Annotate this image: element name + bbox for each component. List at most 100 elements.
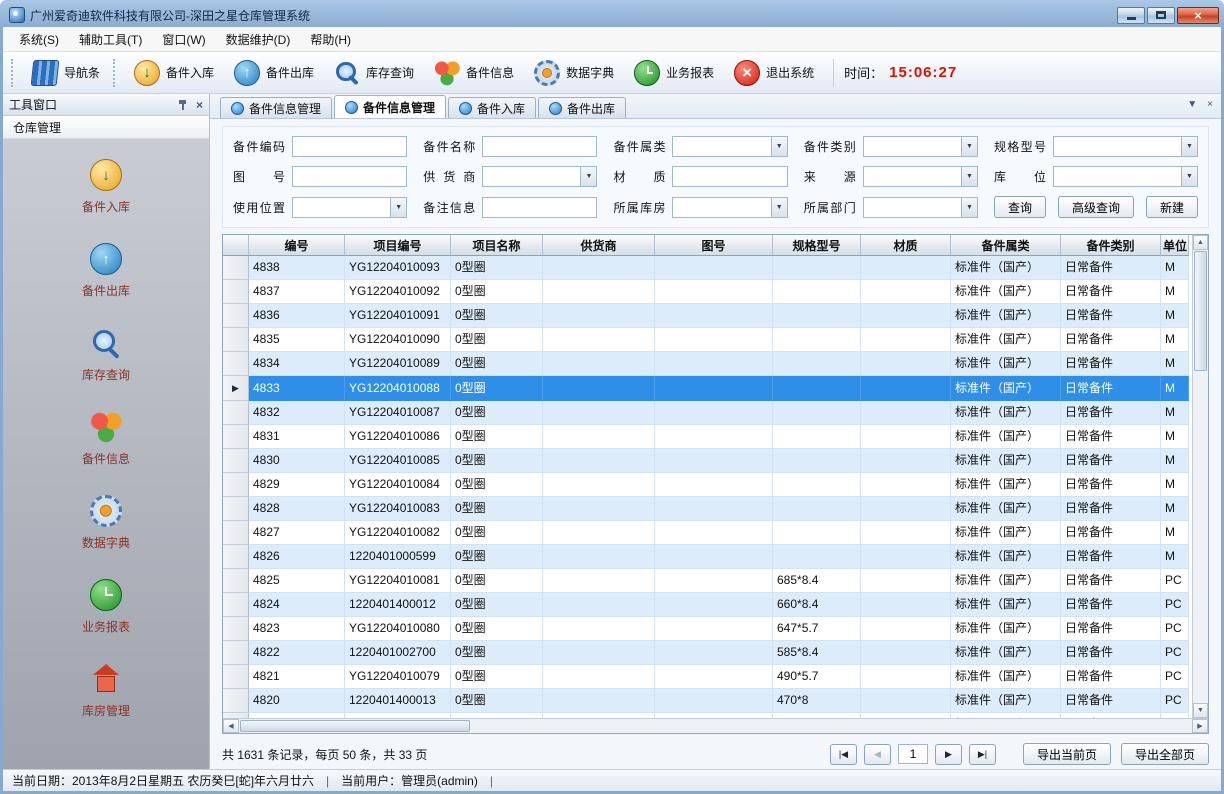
table-row[interactable]: 4835YG122040100900型圈标准件（国产）日常备件M <box>223 328 1189 352</box>
menu-item[interactable]: 数据维护(D) <box>216 27 301 52</box>
export-current-page-button[interactable]: 导出当前页 <box>1023 743 1111 765</box>
column-header[interactable]: 单位 <box>1161 235 1189 256</box>
sidebar-item-parts-info[interactable]: 备件信息 <box>82 411 130 467</box>
table-row[interactable]: 4834YG122040100890型圈标准件（国产）日常备件M <box>223 352 1189 376</box>
scroll-right-icon[interactable]: ▶ <box>1192 719 1208 733</box>
table-row[interactable]: 4838YG122040100930型圈标准件（国产）日常备件M <box>223 256 1189 280</box>
menu-item[interactable]: 辅助工具(T) <box>69 27 152 52</box>
menu-item[interactable]: 帮助(H) <box>300 27 361 52</box>
page-number-input[interactable] <box>898 744 928 764</box>
field-combobox[interactable]: ▼ <box>1053 136 1198 157</box>
table-row[interactable]: 4836YG122040100910型圈标准件（国产）日常备件M <box>223 304 1189 328</box>
tab[interactable]: 备件出库 <box>538 97 626 118</box>
field-combobox[interactable]: ▼ <box>482 166 597 187</box>
table-row[interactable]: 4821YG122040100790型圈490*5.7标准件（国产）日常备件PC <box>223 665 1189 689</box>
field-combobox[interactable]: ▼ <box>292 197 407 218</box>
table-row[interactable]: 4825YG122040100810型圈685*8.4标准件（国产）日常备件PC <box>223 569 1189 593</box>
toolbar-button-exit[interactable]: 退出系统 <box>725 57 823 89</box>
minimize-button[interactable] <box>1117 7 1145 24</box>
field-input[interactable] <box>482 197 597 218</box>
chevron-down-icon[interactable]: ▼ <box>961 137 977 156</box>
prev-page-button[interactable]: ◀ <box>864 744 891 765</box>
close-icon[interactable]: × <box>196 99 203 111</box>
toolbar-button-parts-info[interactable]: 备件信息 <box>425 57 523 89</box>
table-row[interactable]: 4829YG122040100840型圈标准件（国产）日常备件M <box>223 473 1189 497</box>
chevron-down-icon[interactable]: ▼ <box>961 167 977 186</box>
column-header[interactable]: 图号 <box>655 235 773 256</box>
pin-icon[interactable] <box>178 99 189 110</box>
field-combobox[interactable]: ▼ <box>863 166 978 187</box>
table-row[interactable]: ▶4833YG122040100880型圈标准件（国产）日常备件M <box>223 376 1189 401</box>
field-combobox[interactable]: ▼ <box>1053 166 1198 187</box>
chevron-down-icon[interactable]: ▼ <box>1181 137 1197 156</box>
toolbar-button-inbound[interactable]: 备件入库 <box>125 57 223 89</box>
table-row[interactable]: 4837YG122040100920型圈标准件（国产）日常备件M <box>223 280 1189 304</box>
field-combobox[interactable]: ▼ <box>863 136 978 157</box>
close-tab-icon[interactable]: × <box>1207 100 1213 110</box>
table-row[interactable]: 482212204010027000型圈585*8.4标准件（国产）日常备件PC <box>223 641 1189 665</box>
toolbar-button-report[interactable]: 业务报表 <box>625 57 723 89</box>
field-input[interactable] <box>672 166 787 187</box>
column-header[interactable]: 规格型号 <box>773 235 861 256</box>
column-header[interactable]: 项目编号 <box>345 235 451 256</box>
toolbar-button-navbar[interactable]: 导航条 <box>23 57 109 89</box>
table-row[interactable]: 4830YG122040100850型圈标准件（国产）日常备件M <box>223 449 1189 473</box>
table-row[interactable]: 4827YG122040100820型圈标准件（国产）日常备件M <box>223 521 1189 545</box>
query-button[interactable]: 查询 <box>994 196 1046 218</box>
last-page-button[interactable]: ▶| <box>969 744 996 765</box>
next-page-button[interactable]: ▶ <box>935 744 962 765</box>
toolbar-button-data-dictionary[interactable]: 数据字典 <box>525 57 623 89</box>
close-button[interactable]: × <box>1177 7 1219 24</box>
export-all-pages-button[interactable]: 导出全部页 <box>1121 743 1209 765</box>
vertical-scrollbar-track[interactable] <box>1193 372 1208 703</box>
toolbar-grip[interactable] <box>11 59 15 87</box>
chevron-down-icon[interactable]: ▼ <box>771 137 787 156</box>
field-combobox[interactable]: ▼ <box>863 197 978 218</box>
table-row[interactable]: 4831YG122040100860型圈标准件（国产）日常备件M <box>223 425 1189 449</box>
chevron-down-icon[interactable]: ▼ <box>1181 167 1197 186</box>
sidebar-item-warehouse[interactable]: 库房管理 <box>82 663 130 719</box>
column-header[interactable]: 备件类别 <box>1061 235 1161 256</box>
column-header[interactable]: 备件属类 <box>951 235 1061 256</box>
field-input[interactable] <box>482 136 597 157</box>
table-row[interactable]: 482412204014000120型圈660*8.4标准件（国产）日常备件PC <box>223 593 1189 617</box>
vertical-scrollbar-thumb[interactable] <box>1194 251 1207 371</box>
horizontal-scrollbar-thumb[interactable] <box>240 720 470 732</box>
chevron-down-icon[interactable]: ▼ <box>771 198 787 217</box>
tab-list-chevron-icon[interactable]: ▼ <box>1187 100 1197 110</box>
field-input[interactable] <box>292 166 407 187</box>
table-row[interactable]: 4832YG122040100870型圈标准件（国产）日常备件M <box>223 401 1189 425</box>
advanced-query-button[interactable]: 高级查询 <box>1058 196 1134 218</box>
toolbar-button-outbound[interactable]: 备件出库 <box>225 57 323 89</box>
column-header[interactable]: 项目名称 <box>451 235 543 256</box>
column-header[interactable]: 编号 <box>249 235 345 256</box>
table-row[interactable]: 482012204014000130型圈470*8标准件（国产）日常备件PC <box>223 689 1189 713</box>
titlebar[interactable]: 广州爱奇迪软件科技有限公司-深田之星仓库管理系统 × <box>3 3 1221 27</box>
table-row[interactable]: 4828YG122040100830型圈标准件（国产）日常备件M <box>223 497 1189 521</box>
menu-item[interactable]: 系统(S) <box>9 27 69 52</box>
table-row[interactable]: 4823YG122040100800型圈647*5.7标准件（国产）日常备件PC <box>223 617 1189 641</box>
column-header[interactable]: 材质 <box>861 235 951 256</box>
chevron-down-icon[interactable]: ▼ <box>390 198 406 217</box>
sidebar-item-stock-query[interactable]: 库存查询 <box>82 327 130 383</box>
sidebar-item-data-dictionary[interactable]: 数据字典 <box>82 495 130 551</box>
chevron-down-icon[interactable]: ▼ <box>580 167 596 186</box>
first-page-button[interactable]: |◀ <box>830 744 857 765</box>
sidebar-item-outbound[interactable]: 备件出库 <box>82 243 130 299</box>
scroll-up-icon[interactable]: ▲ <box>1193 235 1208 250</box>
field-combobox[interactable]: ▼ <box>672 136 787 157</box>
horizontal-scrollbar[interactable]: ◀ ▶ <box>223 718 1208 733</box>
maximize-button[interactable] <box>1147 7 1175 24</box>
column-header[interactable]: 供货商 <box>543 235 655 256</box>
sidebar-item-inbound[interactable]: 备件入库 <box>82 159 130 215</box>
sidebar-item-report[interactable]: 业务报表 <box>82 579 130 635</box>
vertical-scrollbar[interactable]: ▲ ▼ <box>1192 235 1208 718</box>
create-button[interactable]: 新建 <box>1146 196 1198 218</box>
tab[interactable]: 备件信息管理 <box>220 97 332 118</box>
menu-item[interactable]: 窗口(W) <box>152 27 215 52</box>
field-input[interactable] <box>292 136 407 157</box>
chevron-down-icon[interactable]: ▼ <box>961 198 977 217</box>
field-combobox[interactable]: ▼ <box>672 197 787 218</box>
tab[interactable]: 备件信息管理 <box>334 95 446 118</box>
toolbar-button-stock-query[interactable]: 库存查询 <box>325 57 423 89</box>
